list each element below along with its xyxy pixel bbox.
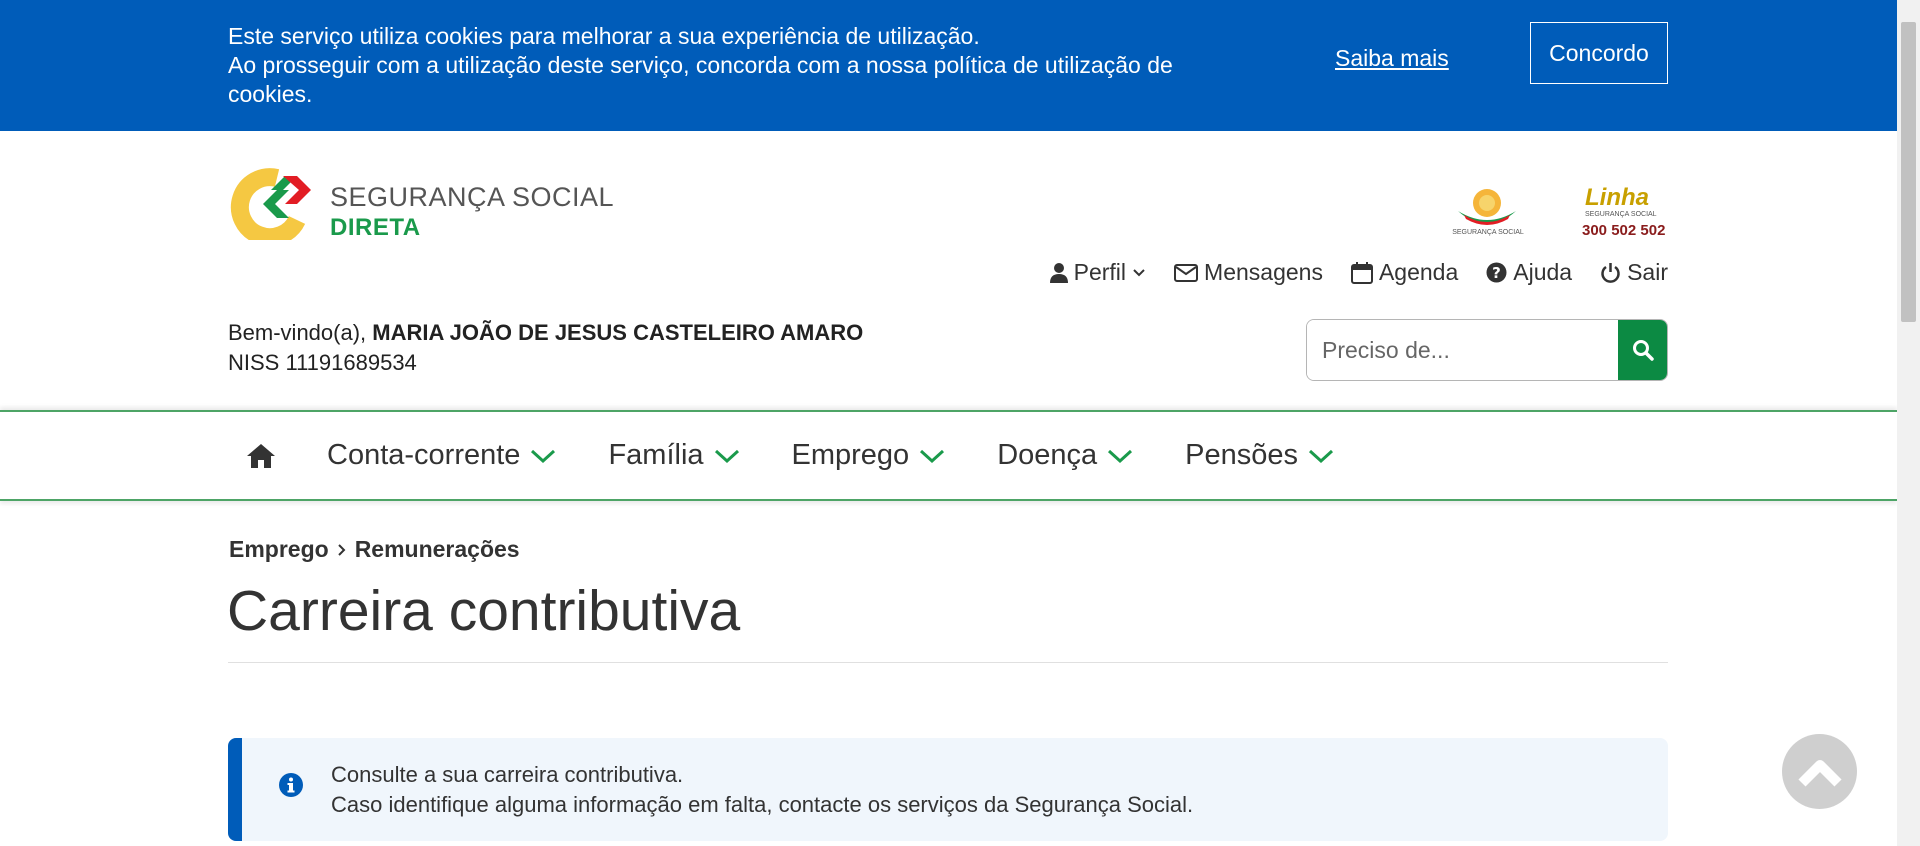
question-circle-icon: ?	[1486, 262, 1507, 283]
user-icon	[1049, 262, 1068, 283]
nav-item-doenca[interactable]: Doença	[997, 439, 1133, 472]
user-name: MARIA JOÃO DE JESUS CASTELEIRO AMARO	[372, 320, 864, 345]
nav-item-familia[interactable]: Família	[608, 439, 739, 472]
messages-label: Mensagens	[1204, 259, 1323, 285]
profile-menu[interactable]: Perfil	[1049, 259, 1146, 286]
calendar-icon	[1350, 261, 1373, 284]
search-input[interactable]	[1307, 320, 1618, 380]
search-box	[1306, 319, 1668, 381]
cookie-message: Este serviço utiliza cookies para melhor…	[228, 22, 1228, 109]
chevron-down-icon	[1309, 449, 1334, 463]
search-icon	[1632, 340, 1654, 361]
cookie-line-3: cookies.	[228, 81, 313, 107]
chevron-right-icon	[337, 543, 346, 556]
logo-title: SEGURANÇA SOCIAL	[330, 182, 615, 212]
chevron-down-icon	[714, 449, 739, 463]
chevron-down-icon	[1133, 268, 1145, 276]
title-divider	[228, 662, 1668, 663]
search-button[interactable]	[1618, 320, 1667, 380]
help-label: Ajuda	[1513, 259, 1573, 285]
linha-phone-number: 300 502 502	[1582, 222, 1666, 239]
nav-item-label: Doença	[997, 439, 1098, 471]
welcome-prefix: Bem-vindo(a),	[228, 320, 373, 345]
info-icon	[279, 773, 303, 797]
agenda-label: Agenda	[1378, 259, 1459, 285]
info-text: Consulte a sua carreira contributiva. Ca…	[331, 760, 1193, 820]
emblem-label: SEGURANÇA SOCIAL	[1452, 229, 1524, 236]
info-line-2: Caso identifique alguma informação em fa…	[331, 792, 1194, 817]
nav-item-label: Família	[608, 439, 704, 471]
linha-logo-subtitle: SEGURANÇA SOCIAL	[1585, 211, 1657, 218]
back-to-top-button[interactable]	[1782, 734, 1857, 809]
logo-subtitle: DIRETA	[330, 214, 421, 241]
breadcrumb: Emprego Remunerações	[229, 536, 520, 563]
logout-link[interactable]: Sair	[1600, 259, 1668, 286]
scrollbar-thumb[interactable]	[1901, 22, 1916, 322]
chevron-down-icon	[920, 449, 945, 463]
nav-item-label: Conta-corrente	[327, 439, 521, 471]
nav-item-label: Emprego	[791, 439, 910, 471]
cookie-line-1: Este serviço utiliza cookies para melhor…	[228, 23, 980, 49]
chevron-down-icon	[531, 449, 556, 463]
logout-label: Sair	[1627, 259, 1668, 285]
nav-item-emprego[interactable]: Emprego	[792, 439, 946, 472]
chevron-down-icon	[1108, 449, 1133, 463]
vertical-scrollbar[interactable]	[1897, 0, 1920, 846]
messages-link[interactable]: Mensagens	[1174, 259, 1323, 286]
nav-item-conta-corrente[interactable]: Conta-corrente	[327, 439, 556, 472]
info-alert: Consulte a sua carreira contributiva. Ca…	[228, 738, 1668, 841]
info-line-1: Consulte a sua carreira contributiva.	[331, 762, 684, 787]
main-navigation: Conta-corrente Família Emprego Doença Pe…	[0, 410, 1897, 501]
nav-item-label: Pensões	[1185, 439, 1299, 471]
cookie-line-2: Ao prosseguir com a utilização deste ser…	[228, 52, 1173, 78]
breadcrumb-item[interactable]: Remunerações	[355, 536, 520, 563]
page-title: Carreira contributiva	[227, 579, 741, 643]
breadcrumb-item[interactable]: Emprego	[229, 536, 329, 563]
profile-label: Perfil	[1073, 259, 1127, 285]
power-icon	[1601, 262, 1620, 283]
cookie-banner: Este serviço utiliza cookies para melhor…	[0, 0, 1897, 131]
chevron-up-icon	[1797, 759, 1842, 787]
welcome-block: Bem-vindo(a), MARIA JOÃO DE JESUS CASTEL…	[228, 318, 863, 378]
niss-number: NISS 11191689534	[228, 350, 417, 375]
agenda-link[interactable]: Agenda	[1350, 259, 1459, 286]
cookie-accept-button[interactable]: Concordo	[1530, 22, 1668, 84]
cookie-learn-more-link[interactable]: Saiba mais	[1335, 45, 1449, 72]
nav-item-pensoes[interactable]: Pensões	[1185, 439, 1334, 472]
linha-logo-title: Linha	[1585, 184, 1649, 211]
help-link[interactable]: ? Ajuda	[1486, 259, 1572, 286]
svg-text:?: ?	[1492, 264, 1501, 282]
envelope-icon	[1174, 263, 1199, 282]
home-icon[interactable]	[245, 443, 277, 469]
user-toolbar: Perfil Mensagens Agenda ? Ajuda Sair	[1049, 259, 1668, 286]
